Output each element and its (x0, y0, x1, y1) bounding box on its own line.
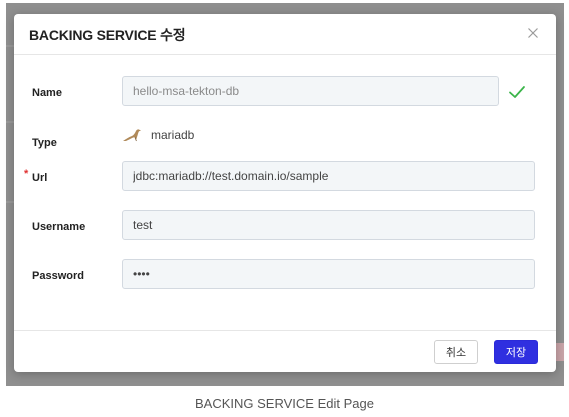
required-mark: * (24, 168, 29, 180)
page: BACKING SERVICE 수정 Name Type maria (0, 0, 569, 417)
background-content (6, 45, 14, 47)
type-value: mariadb (151, 128, 195, 142)
name-label: Name (32, 87, 62, 99)
background-content (6, 201, 14, 203)
background-content (6, 121, 14, 123)
password-input[interactable] (122, 259, 535, 289)
password-label: Password (32, 270, 84, 282)
dialog-title: BACKING SERVICE 수정 (29, 27, 186, 43)
username-label: Username (32, 221, 86, 233)
figure-caption: BACKING SERVICE Edit Page (195, 396, 374, 411)
url-label: Url (32, 172, 48, 184)
url-input[interactable] (122, 161, 535, 191)
close-icon (528, 28, 538, 38)
dialog-footer: 취소 저장 (14, 330, 556, 372)
close-button[interactable] (524, 24, 542, 42)
save-button[interactable]: 저장 (494, 340, 538, 364)
dialog-header: BACKING SERVICE 수정 (14, 14, 556, 55)
type-label: Type (32, 137, 57, 149)
check-icon (509, 86, 525, 98)
name-input[interactable] (122, 76, 499, 106)
edit-dialog: BACKING SERVICE 수정 Name Type maria (14, 14, 556, 372)
mariadb-seal-icon (123, 129, 141, 142)
username-input[interactable] (122, 210, 535, 240)
cancel-button[interactable]: 취소 (434, 340, 478, 364)
